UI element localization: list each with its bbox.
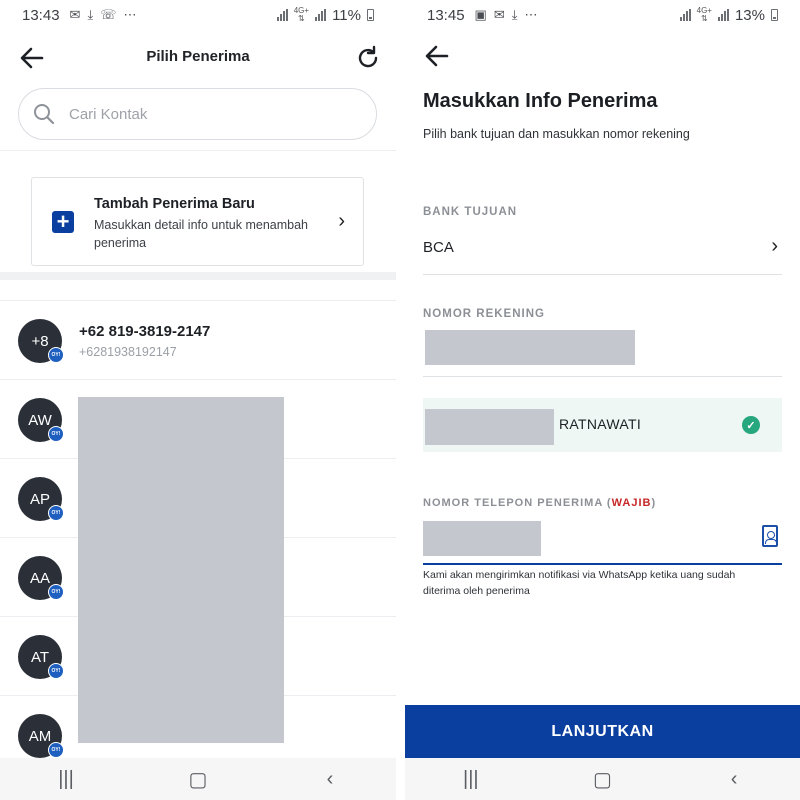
signal-icon-2 — [315, 9, 327, 21]
download-icon: ⤓ — [511, 7, 518, 22]
add-recipient-title: Tambah Penerima Baru — [94, 196, 255, 212]
battery-percent: 13% — [734, 6, 765, 24]
missed-call-icon: ☏ — [100, 7, 117, 22]
signal-icon — [679, 9, 691, 21]
add-recipient-subtitle: Masukkan detail info untuk menambah pene… — [94, 218, 309, 250]
status-bar: 13:43 ✉ ⤓ ☏ ⋯ 4G+ ⇅ 11% — [0, 0, 396, 30]
oy-badge-icon: OY! — [48, 347, 64, 363]
account-number-field[interactable] — [425, 330, 635, 365]
page-subtitle: Pilih bank tujuan dan masukkan nomor rek… — [423, 127, 690, 141]
contact-book-icon[interactable] — [762, 525, 778, 547]
recipient-info-screen: 13:45 ▣ ✉ ⤓ ⋯ 4G+ ⇅ 13% Masukkan Info Pen… — [405, 0, 800, 800]
chevron-right-icon: › — [338, 210, 345, 232]
phone-label: NOMOR TELEPON PENERIMA (WAJIB) — [423, 497, 656, 509]
oy-badge-icon: OY! — [48, 584, 64, 600]
oy-badge-icon: OY! — [48, 426, 64, 442]
page-title: Masukkan Info Penerima — [423, 90, 658, 112]
oy-badge-icon: OY! — [48, 742, 64, 758]
home-icon[interactable]: ▢ — [183, 767, 213, 792]
panel-divider — [396, 0, 405, 800]
search-icon — [34, 104, 55, 125]
phone-underline — [423, 563, 782, 565]
contact-row[interactable]: +8 OY! +62 819-3819-2147 +6281938192147 — [0, 301, 396, 380]
search-input[interactable] — [69, 105, 329, 123]
phone-label-text: NOMOR TELEPON PENERIMA ( — [423, 497, 612, 509]
verified-account-box: RATNAWATI ✓ — [423, 398, 782, 452]
plus-icon: + — [52, 211, 74, 233]
recent-apps-icon[interactable]: ||| — [456, 768, 486, 791]
status-time: 13:43 — [22, 6, 60, 24]
home-icon[interactable]: ▢ — [587, 767, 617, 792]
signal-icon — [276, 9, 288, 21]
section-divider — [0, 272, 396, 280]
battery-percent: 11% — [332, 6, 361, 24]
more-icon: ⋯ — [524, 7, 538, 22]
image-icon: ▣ — [474, 7, 487, 22]
battery-icon — [771, 9, 778, 21]
redacted-name — [425, 409, 554, 445]
bank-label: BANK TUJUAN — [423, 206, 518, 218]
android-nav-bar: ||| ▢ ‹ — [0, 758, 396, 800]
bank-value: BCA — [423, 239, 454, 256]
choose-recipient-screen: 13:43 ✉ ⤓ ☏ ⋯ 4G+⇅ 11% Pilih Penerima + … — [0, 0, 396, 800]
required-tag: WAJIB — [611, 497, 652, 509]
battery-icon — [367, 9, 374, 21]
account-holder-name: RATNAWATI — [559, 416, 642, 432]
phone-label-end: ) — [651, 497, 657, 509]
divider — [0, 150, 396, 151]
redacted-contact-names — [78, 397, 284, 743]
continue-button[interactable]: LANJUTKAN — [405, 705, 800, 758]
contact-name: +62 819-3819-2147 — [79, 323, 211, 340]
recent-apps-icon[interactable]: ||| — [51, 768, 81, 791]
whatsapp-note: Kami akan mengirimkan notifikasi via Wha… — [423, 569, 736, 597]
mail-icon: ✉ — [493, 7, 505, 22]
back-arrow-icon[interactable] — [423, 42, 451, 70]
status-time: 13:45 — [427, 6, 465, 24]
back-nav-icon[interactable]: ‹ — [719, 768, 749, 791]
mail-icon: ✉ — [69, 7, 81, 22]
oy-badge-icon: OY! — [48, 663, 64, 679]
add-recipient-card[interactable]: + Tambah Penerima Baru Masukkan detail i… — [31, 177, 364, 266]
chevron-right-icon: › — [771, 235, 778, 257]
back-nav-icon[interactable]: ‹ — [315, 768, 345, 791]
contact-number: +6281938192147 — [79, 345, 177, 359]
check-icon: ✓ — [742, 416, 760, 434]
refresh-icon[interactable] — [354, 44, 382, 72]
account-label: NOMOR REKENING — [423, 308, 545, 320]
bank-underline — [423, 274, 782, 275]
4g-icon: 4G+ ⇅ — [696, 6, 712, 23]
status-bar: 13:45 ▣ ✉ ⤓ ⋯ 4G+ ⇅ 13% — [405, 0, 800, 30]
search-bar[interactable] — [18, 88, 377, 140]
page-title: Pilih Penerima — [146, 48, 250, 65]
phone-number-field[interactable] — [423, 521, 541, 556]
download-icon: ⤓ — [87, 7, 94, 22]
4g-icon: 4G+ ⇅ — [293, 6, 310, 23]
oy-badge-icon: OY! — [48, 505, 64, 521]
android-nav-bar: ||| ▢ ‹ — [405, 758, 800, 800]
signal-icon-2 — [717, 9, 729, 21]
more-icon: ⋯ — [123, 7, 137, 22]
account-underline — [423, 376, 782, 377]
header: Pilih Penerima — [0, 38, 396, 78]
